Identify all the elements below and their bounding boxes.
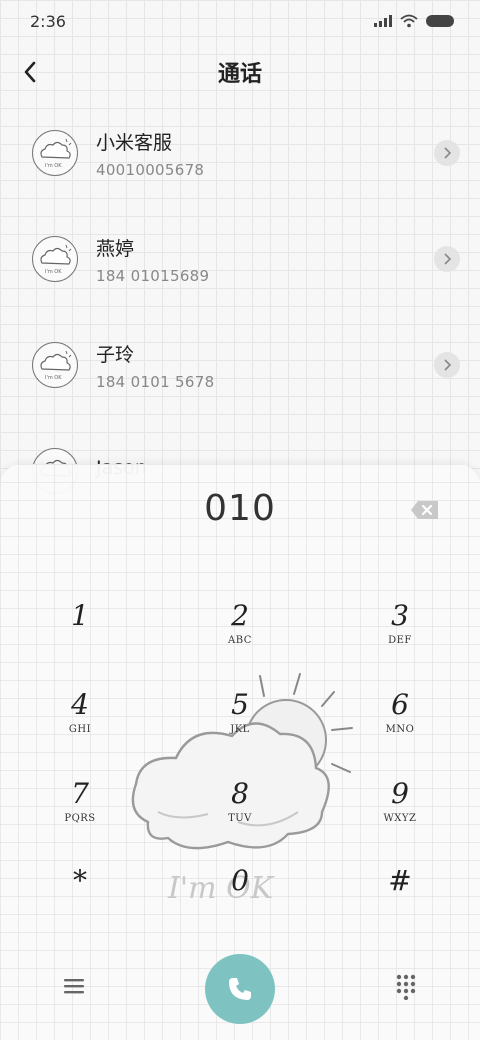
key-digit: 7 [71, 777, 89, 810]
key-hash[interactable]: # [340, 864, 460, 944]
key-digit: 9 [391, 777, 409, 810]
contact-detail-button[interactable] [434, 140, 460, 166]
signal-icon [374, 15, 392, 27]
call-button[interactable] [205, 954, 275, 1024]
key-2[interactable]: 2 ABC [180, 599, 300, 679]
contact-text: 子玲 184 0101 5678 [96, 340, 214, 391]
key-digit: 6 [391, 688, 409, 721]
key-6[interactable]: 6 MNO [340, 688, 460, 768]
key-letters: ABC [228, 635, 252, 646]
header: 通话 [0, 44, 480, 100]
key-star[interactable]: * [20, 864, 140, 944]
battery-icon [426, 15, 454, 27]
key-letters: JKL [230, 724, 250, 735]
backspace-icon [411, 501, 438, 519]
status-icons [374, 14, 454, 28]
key-1[interactable]: 1 [20, 599, 140, 679]
chevron-right-icon [444, 253, 451, 265]
key-letters: TUV [228, 813, 252, 824]
page-title: 通话 [217, 62, 262, 87]
keypad-icon [396, 974, 416, 1001]
key-letters: DEF [388, 635, 412, 646]
key-digit: 2 [231, 599, 249, 632]
key-letters: PQRS [64, 813, 96, 824]
key-8[interactable]: 8 TUV [180, 777, 300, 857]
status-time: 2:36 [30, 11, 66, 31]
contact-name: 小米客服 [96, 131, 173, 154]
key-9[interactable]: 9 WXYZ [340, 777, 460, 857]
contact-row[interactable]: I'm OK 燕婷 184 01015689 [0, 206, 480, 312]
contact-row[interactable]: I'm OK 子玲 184 0101 5678 [0, 312, 480, 418]
contact-number: 184 01015689 [96, 266, 210, 285]
contact-detail-button[interactable] [434, 352, 460, 378]
dialed-number-display: 010 [204, 488, 276, 529]
key-letters: WXYZ [383, 813, 417, 824]
avatar: I'm OK [32, 236, 78, 282]
key-letters: GHI [68, 724, 92, 735]
key-digit: 4 [71, 688, 89, 721]
status-bar: 2:36 [0, 0, 480, 42]
svg-text:I'm OK: I'm OK [45, 163, 62, 169]
key-digit: 8 [231, 777, 249, 810]
dialpad-panel: 010 I'm OK 1 2 ABC 3 DEF 4 GHI 5 JKL 6 M… [0, 464, 480, 1040]
chevron-right-icon [444, 147, 451, 159]
key-digit: 3 [391, 599, 409, 632]
contact-text: 小米客服 40010005678 [96, 128, 204, 179]
contact-name: 燕婷 [96, 237, 135, 260]
phone-icon [229, 978, 251, 1000]
cloud-avatar-icon: I'm OK [40, 350, 72, 381]
key-letters: MNO [385, 724, 415, 735]
cloud-avatar-icon: I'm OK [40, 244, 72, 275]
svg-text:I'm OK: I'm OK [45, 375, 62, 381]
avatar: I'm OK [32, 130, 78, 176]
keypad-toggle-button[interactable] [396, 974, 416, 1001]
backspace-button[interactable] [410, 500, 442, 522]
back-button[interactable] [14, 56, 46, 88]
menu-button[interactable] [62, 976, 86, 996]
contact-detail-button[interactable] [434, 246, 460, 272]
contact-number: 184 0101 5678 [96, 372, 215, 391]
contact-text: 燕婷 184 01015689 [96, 234, 209, 285]
cloud-avatar-icon: I'm OK [40, 138, 72, 169]
key-0[interactable]: 0 [180, 864, 300, 944]
wifi-icon [400, 14, 418, 28]
key-7[interactable]: 7 PQRS [20, 777, 140, 857]
key-digit: 1 [71, 599, 89, 632]
key-digit: 0 [231, 864, 249, 897]
key-digit: * [73, 864, 87, 897]
chevron-right-icon [444, 359, 451, 371]
key-digit: # [388, 864, 412, 897]
key-3[interactable]: 3 DEF [340, 599, 460, 679]
key-4[interactable]: 4 GHI [20, 688, 140, 768]
contact-row[interactable]: I'm OK 小米客服 40010005678 [0, 100, 480, 206]
key-digit: 5 [231, 688, 249, 721]
menu-icon [64, 979, 84, 994]
contact-number: 40010005678 [96, 160, 205, 179]
back-arrow-icon [24, 61, 36, 83]
key-5[interactable]: 5 JKL [180, 688, 300, 768]
avatar: I'm OK [32, 342, 78, 388]
svg-text:I'm OK: I'm OK [45, 269, 62, 275]
contact-name: 子玲 [96, 343, 135, 366]
